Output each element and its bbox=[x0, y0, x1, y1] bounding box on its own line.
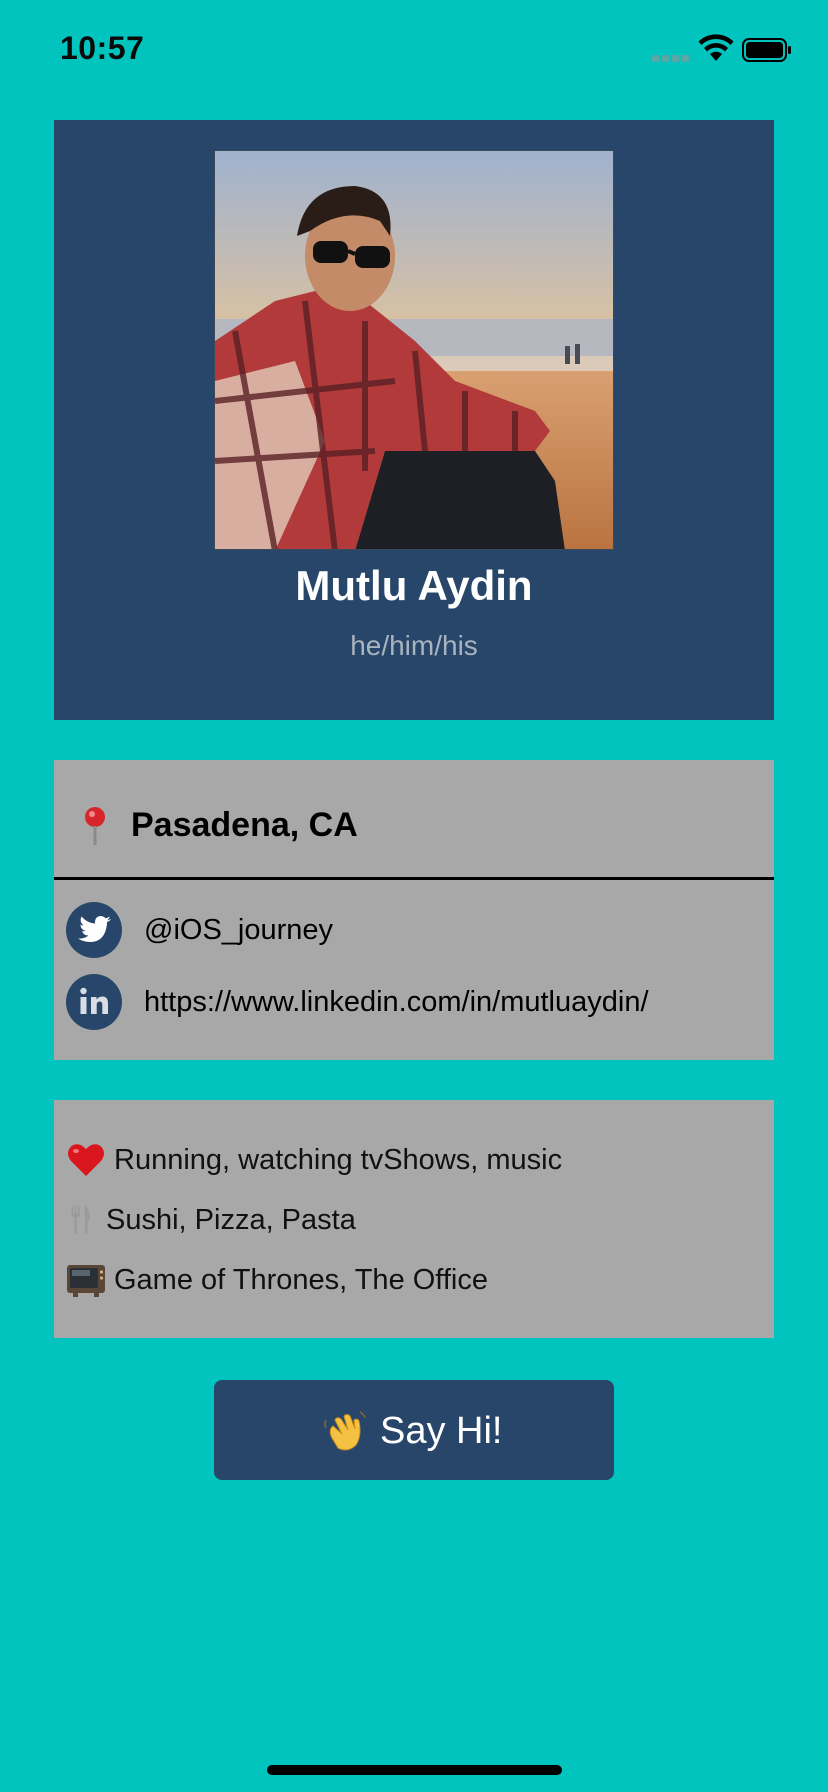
linkedin-row[interactable]: https://www.linkedin.com/in/mutluaydin/ bbox=[66, 974, 766, 1030]
profile-screen: 10:57 Mutlu Aydin he/him/his Pasadena, C… bbox=[0, 0, 828, 1792]
twitter-icon bbox=[66, 902, 122, 958]
status-time: 10:57 bbox=[60, 30, 145, 66]
map-pin-icon bbox=[85, 807, 105, 845]
linkedin-url: https://www.linkedin.com/in/mutluaydin/ bbox=[144, 986, 649, 1018]
fork-and-knife-icon bbox=[71, 1205, 90, 1235]
say-hi-button[interactable]: Say Hi! bbox=[214, 1380, 614, 1480]
wifi-icon bbox=[698, 34, 734, 61]
hobbies-text: Running, watching tvShows, music bbox=[114, 1144, 563, 1176]
profile-pronouns: he/him/his bbox=[350, 630, 478, 661]
twitter-handle: @iOS_journey bbox=[144, 914, 334, 946]
twitter-row[interactable]: @iOS_journey bbox=[66, 902, 766, 958]
battery-icon bbox=[742, 38, 791, 62]
interests-card: Running, watching tvShows, music Sushi, … bbox=[54, 1100, 774, 1338]
shows-row: Game of Thrones, The Office bbox=[66, 1258, 766, 1302]
waving-hand-icon bbox=[324, 1411, 366, 1451]
contact-card: Pasadena, CA @iOS_journey https://www.li… bbox=[54, 760, 774, 1060]
home-indicator[interactable] bbox=[267, 1765, 562, 1775]
red-heart-icon bbox=[68, 1144, 104, 1176]
food-row: Sushi, Pizza, Pasta bbox=[66, 1198, 766, 1242]
profile-header-card: Mutlu Aydin he/him/his bbox=[54, 120, 774, 720]
status-bar: 10:57 bbox=[0, 0, 828, 100]
profile-photo bbox=[214, 150, 614, 550]
hobbies-row: Running, watching tvShows, music bbox=[66, 1138, 766, 1182]
location-row: Pasadena, CA bbox=[54, 760, 774, 880]
food-text: Sushi, Pizza, Pasta bbox=[106, 1204, 356, 1236]
location-text: Pasadena, CA bbox=[131, 806, 358, 844]
linkedin-icon bbox=[66, 974, 122, 1030]
profile-name: Mutlu Aydin bbox=[295, 562, 533, 609]
say-hi-label: Say Hi! bbox=[380, 1410, 503, 1452]
shows-text: Game of Thrones, The Office bbox=[114, 1264, 488, 1296]
cellular-signal-icon bbox=[652, 52, 692, 62]
television-icon bbox=[67, 1265, 105, 1297]
